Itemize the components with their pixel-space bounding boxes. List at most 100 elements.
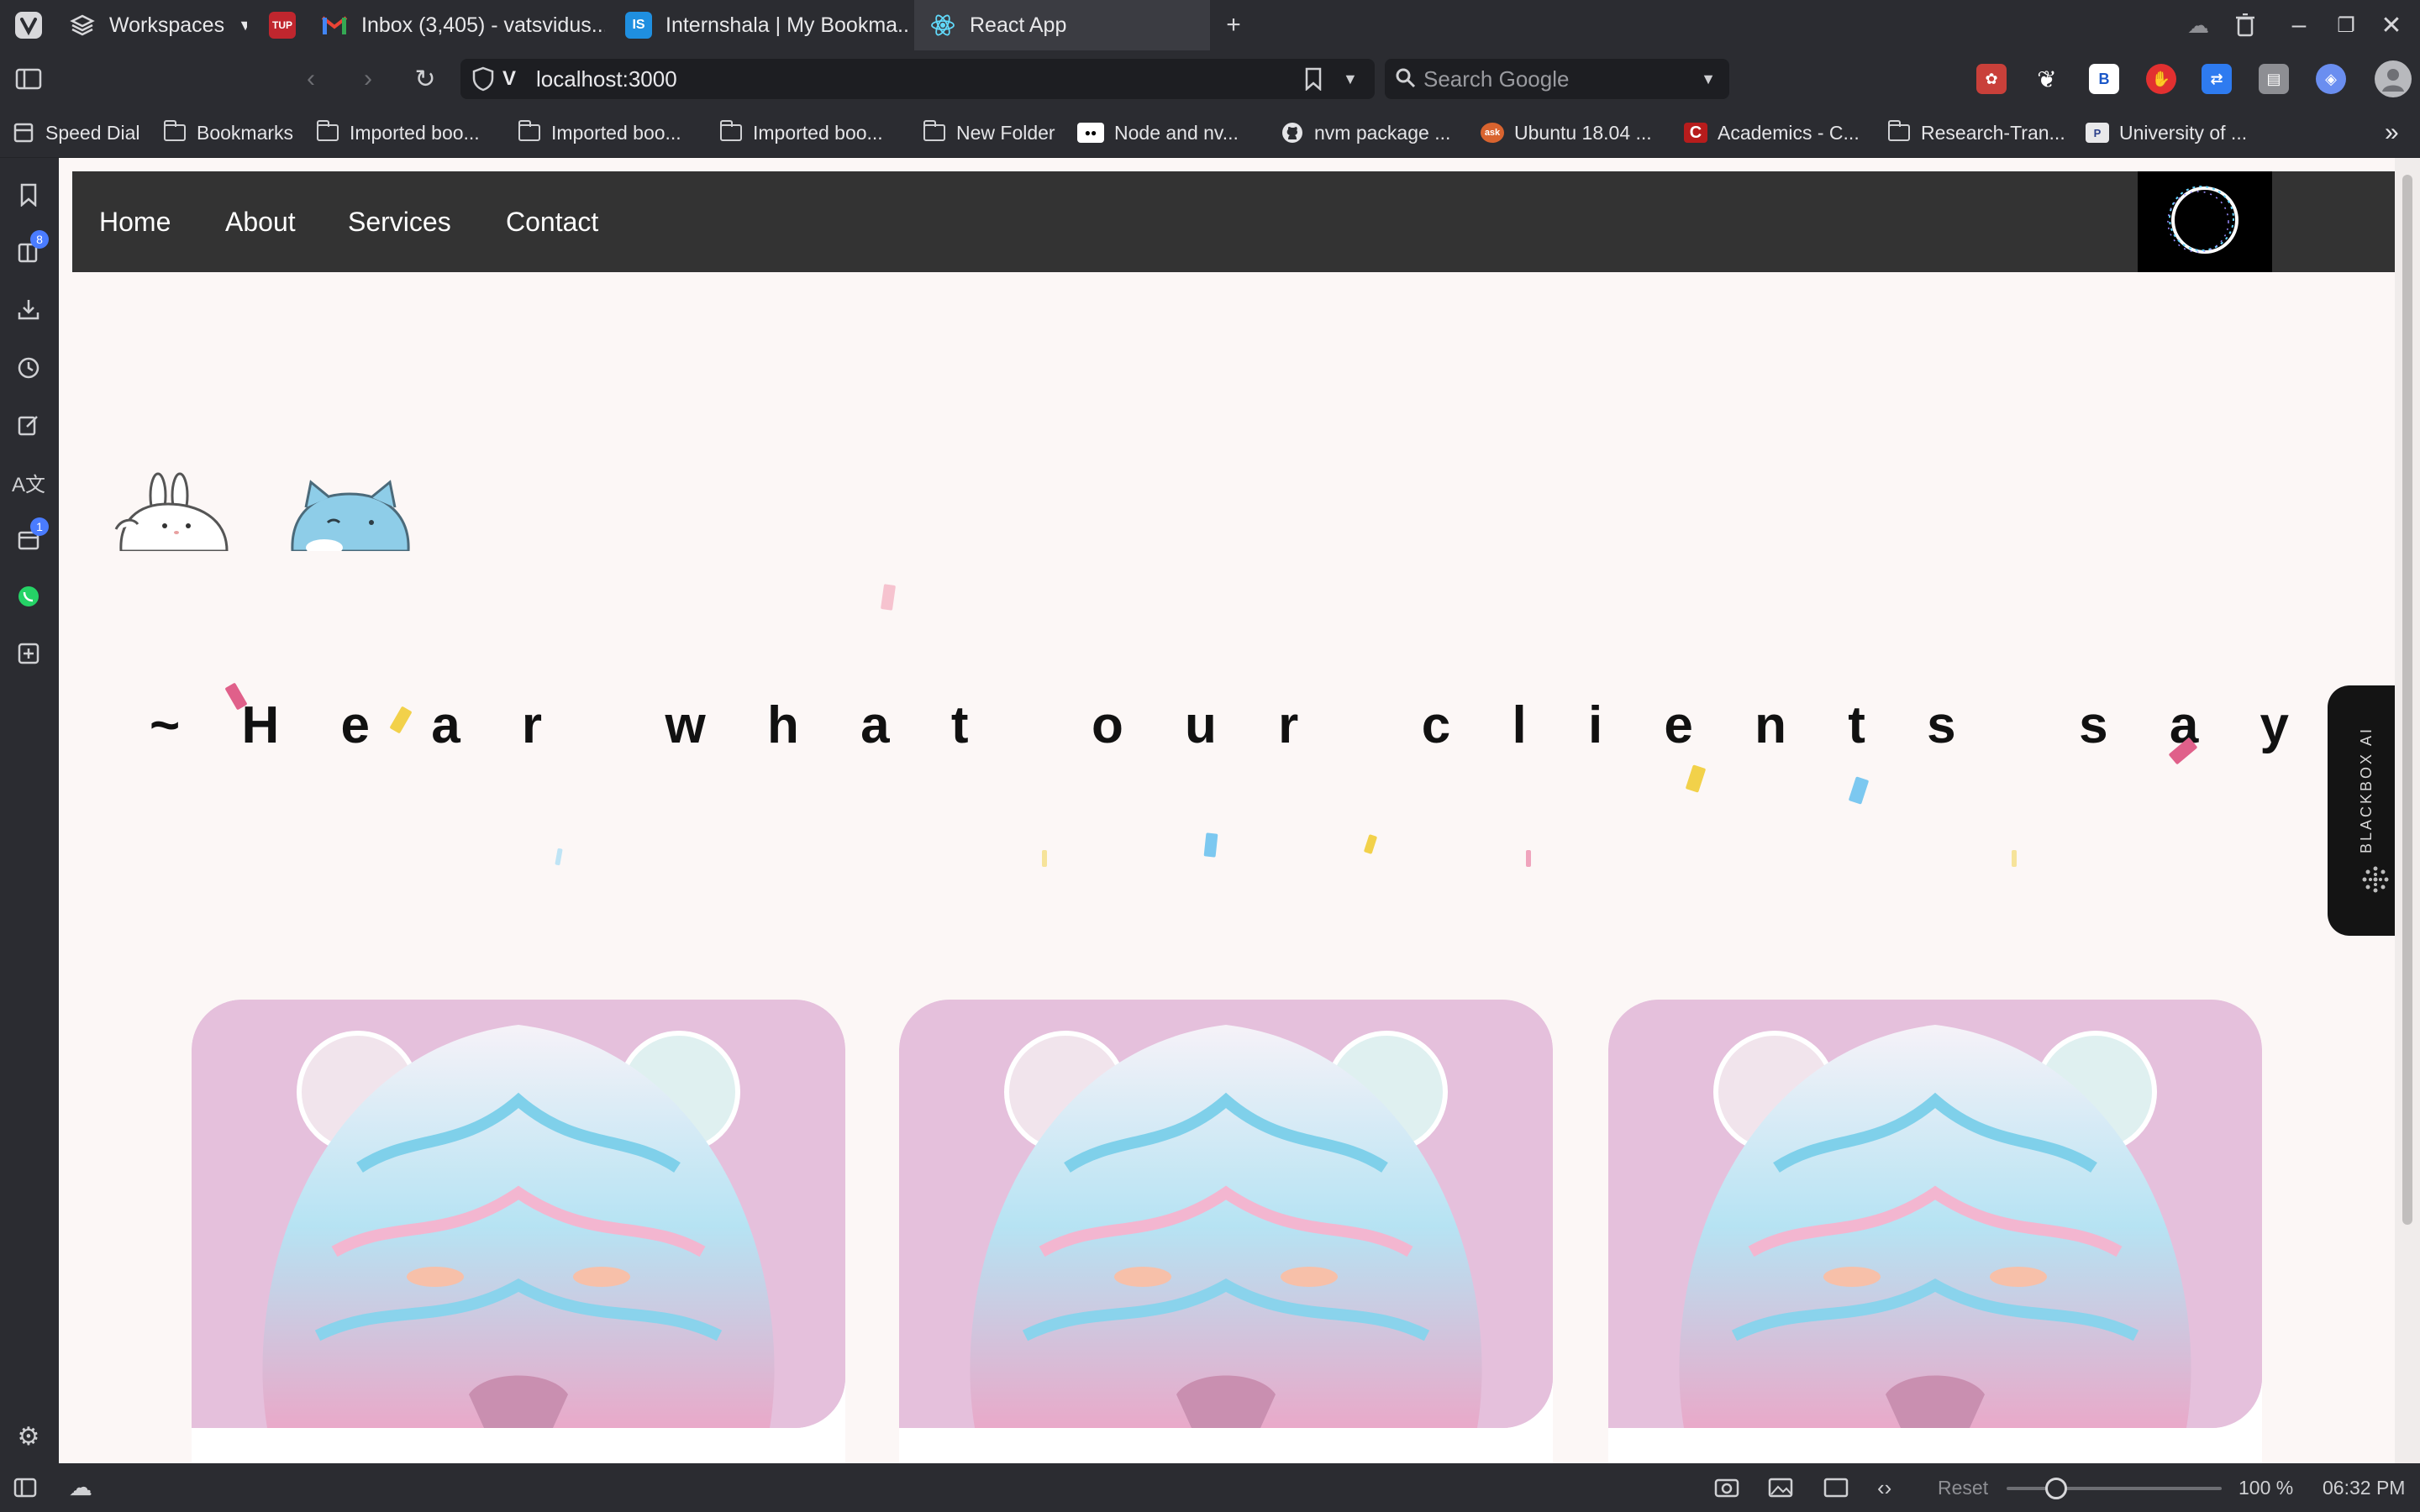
zoom-slider-thumb[interactable] [2045,1478,2067,1499]
nav-link-contact[interactable]: Contact [506,171,598,272]
chevron-down-icon[interactable]: ▼ [1343,59,1358,99]
tab-internshala[interactable]: IS Internshala | My Bookma... [610,0,909,50]
settings-gear-icon[interactable]: ⚙ [12,1420,45,1453]
calendar-icon[interactable]: 1 [12,517,49,556]
heading-char: h [766,696,799,754]
extension-icon[interactable]: ✿ [1976,64,2007,94]
tabs-panel-icon[interactable]: 8 [12,230,49,269]
bookmark-folder[interactable]: Research-Tran... [1887,108,2065,158]
cat-mascot [287,470,413,556]
workspaces-button[interactable]: Workspaces ▼ [54,0,247,50]
heading-char: c [1421,696,1451,754]
site-logo[interactable] [2138,171,2272,272]
search-field[interactable]: Search Google ▼ [1385,59,1729,99]
medium-icon: ●● [1077,123,1104,143]
bookmark-label: Bookmarks [197,121,294,144]
forward-icon[interactable]: › [350,60,387,97]
testimonial-card[interactable] [1608,1000,2262,1463]
bookmark-label: Imported boo... [551,121,681,144]
blackbox-label: BLACKBOX AI [2358,726,2375,853]
new-tab-plus-icon[interactable]: + [1210,0,1257,50]
nav-link-services[interactable]: Services [348,171,451,272]
panel-toggle-icon[interactable] [10,60,47,97]
downloads-icon[interactable] [12,292,45,326]
calendar-count-badge: 1 [30,517,49,536]
confetti-piece [1042,850,1047,867]
tab-inbox[interactable]: Inbox (3,405) - vatsvidus... [306,0,605,50]
zoom-reset-button[interactable]: Reset [1938,1463,1988,1512]
heading-char: e [1664,696,1693,754]
restore-icon[interactable]: ❐ [2323,0,2370,50]
bookmark-page-icon[interactable] [1304,67,1323,95]
bookmark-folder[interactable]: Imported boo... [719,108,883,158]
history-icon[interactable] [12,351,45,385]
bookmark-github[interactable]: nvm package ... [1281,108,1450,158]
nav-link-home[interactable]: Home [99,171,171,272]
back-icon[interactable]: ‹ [292,60,329,97]
scrollbar-thumb[interactable] [2402,175,2412,1225]
extension-b-icon[interactable]: B [2089,64,2119,94]
bookmarks-panel-icon[interactable] [12,178,45,212]
zoom-level: 100 % [2238,1477,2294,1499]
bookmark-folder[interactable]: Imported boo... [316,108,480,158]
panel-toggle-icon[interactable] [13,1463,37,1512]
bookmarks-overflow-icon[interactable]: » [2385,108,2399,158]
folder-icon [923,120,946,143]
bookmark-label: Imported boo... [350,121,480,144]
side-panel: 8 A文 1 ⚙ [0,158,59,1463]
reload-icon[interactable]: ↻ [407,60,444,97]
images-toggle-icon[interactable] [1768,1463,1793,1512]
add-panel-icon[interactable] [12,637,45,670]
extension-hand-icon[interactable]: ✋ [2146,64,2176,94]
tabs-count-badge: 8 [30,230,49,249]
testimonial-card[interactable] [899,1000,1553,1463]
tab-label: React App [970,13,1067,37]
heading-char: l [1512,696,1527,754]
extension-translate-icon[interactable]: ⇄ [2202,64,2232,94]
page-actions-icon[interactable]: ‹› [1877,1463,1891,1512]
folder-icon [1887,120,1911,143]
bookmark-university[interactable]: P University of ... [2086,108,2247,158]
github-icon [1281,123,1304,143]
minimize-icon[interactable]: – [2275,0,2323,50]
page-scrollbar[interactable] [2395,158,2420,1463]
bookmark-speed-dial[interactable]: Speed Dial [12,108,140,158]
capture-camera-icon[interactable] [1714,1463,1739,1512]
tab-label: Inbox (3,405) - vatsvidus... [361,13,605,37]
extension-compass-icon[interactable]: ◈ [2316,64,2346,94]
url-field[interactable]: V localhost:3000 ▼ [460,59,1375,99]
heading-char: i [1587,696,1603,754]
trash-icon[interactable] [2222,0,2269,50]
bookmark-folder[interactable]: Bookmarks [163,108,293,158]
sync-cloud-icon[interactable]: ☁ [2175,0,2222,50]
bookmark-medium[interactable]: ●● Node and nv... [1077,108,1239,158]
confetti-piece [1363,833,1378,855]
translate-icon[interactable]: A文 [12,465,45,499]
heading-char: a [860,696,890,754]
confetti-piece [1848,776,1870,805]
bookmark-folder[interactable]: New Folder [923,108,1055,158]
extension-notes-icon[interactable]: ▤ [2259,64,2289,94]
notes-icon[interactable] [12,408,45,442]
chevron-down-icon[interactable]: ▼ [1701,59,1716,99]
bookmark-label: University of ... [2119,121,2248,144]
close-icon[interactable]: ✕ [2368,0,2415,50]
profile-avatar[interactable] [2375,60,2412,97]
heading-char: r [1278,696,1299,754]
whatsapp-icon[interactable] [12,580,45,613]
testimonial-card[interactable] [192,1000,845,1463]
shield-icon[interactable] [472,66,494,96]
sync-cloud-icon[interactable]: ☁ [69,1463,92,1512]
bookmark-folder[interactable]: Imported boo... [518,108,681,158]
tab-pinned[interactable]: TUP [254,0,304,50]
nav-link-about[interactable]: About [225,171,296,272]
bookmark-askubuntu[interactable]: ask Ubuntu 18.04 ... [1481,108,1652,158]
vivaldi-menu-icon[interactable] [5,0,52,50]
url-text[interactable]: localhost:3000 [536,59,677,99]
page-tiling-icon[interactable] [1823,1463,1849,1512]
tab-react-app[interactable]: React App [914,0,1210,50]
heading-char: H [241,696,280,754]
extension-paw-icon[interactable]: ❦ [2032,64,2062,94]
bookmark-academics[interactable]: C Academics - C... [1684,108,1860,158]
workspaces-icon [69,12,96,39]
